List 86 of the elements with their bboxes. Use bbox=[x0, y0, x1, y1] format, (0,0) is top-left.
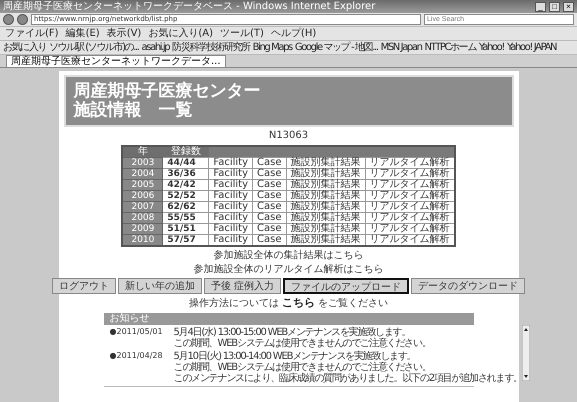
table-link[interactable]: リアルタイム解析 bbox=[365, 168, 455, 180]
action-button[interactable]: ファイルのアップロード bbox=[283, 278, 410, 294]
table-link[interactable]: 施設別集計結果 bbox=[286, 168, 366, 180]
favorite-link[interactable]: ソウル駅 (ソウル市)の... bbox=[49, 42, 139, 54]
news-title: お知らせ bbox=[104, 313, 474, 325]
table-link[interactable]: リアルタイム解析 bbox=[365, 212, 455, 224]
table-link[interactable]: 施設別集計結果 bbox=[286, 180, 366, 190]
year-cell: 2009 bbox=[122, 224, 163, 234]
menu-item[interactable]: ヘルプ(H) bbox=[268, 28, 318, 40]
table-link[interactable]: リアルタイム解析 bbox=[365, 158, 455, 168]
favorite-link[interactable]: Bing Maps bbox=[252, 42, 292, 54]
count-cell: 52/52 bbox=[162, 190, 209, 202]
table-link[interactable]: リアルタイム解析 bbox=[365, 224, 455, 234]
count-cell: 44/44 bbox=[162, 158, 209, 168]
action-button[interactable]: 新しい年の追加 bbox=[118, 278, 202, 294]
news-text: 5月4日(水) 13:00-15:00 WEBメンテナンスを実施致します。 bbox=[174, 327, 412, 338]
table-link[interactable]: 施設別集計結果 bbox=[286, 158, 366, 168]
table-link[interactable]: Case bbox=[252, 180, 286, 190]
facility-id: N13063 bbox=[268, 130, 308, 142]
browser-tab[interactable]: 周産期母子医療センターネットワークデータ... bbox=[6, 55, 226, 67]
menu-item[interactable]: お気に入り(A) bbox=[146, 28, 215, 40]
favorite-link[interactable]: 防災科学技術研究所 bbox=[172, 42, 250, 54]
favorite-link[interactable]: Yahoo! bbox=[478, 42, 504, 54]
page-title: 施設情報 一覧 bbox=[74, 101, 194, 120]
summary-link[interactable]: 参加施設全体のリアルタイム解析はこちら bbox=[194, 264, 384, 275]
table-link[interactable]: 施設別集計結果 bbox=[286, 202, 366, 212]
count-cell: 55/55 bbox=[162, 212, 209, 224]
news-date: ●2011/05/01 bbox=[110, 327, 164, 338]
table-link[interactable]: リアルタイム解析 bbox=[365, 190, 455, 202]
action-button[interactable]: データのダウンロード bbox=[411, 278, 526, 294]
table-link[interactable]: 施設別集計結果 bbox=[286, 190, 366, 202]
table-link[interactable]: Facility bbox=[208, 190, 253, 202]
scrollbar-icon[interactable] bbox=[522, 325, 530, 381]
page-title: 周産期母子医療センター bbox=[74, 82, 262, 101]
table-link[interactable]: Facility bbox=[208, 168, 253, 180]
favorite-link[interactable]: Yahoo! JAPAN bbox=[506, 42, 556, 54]
favorite-link[interactable]: MSN Japan bbox=[380, 42, 422, 54]
action-button[interactable]: ログアウト bbox=[52, 278, 116, 294]
table-link[interactable]: リアルタイム解析 bbox=[365, 180, 455, 190]
window-control-button[interactable]: □ bbox=[549, 2, 560, 12]
table-link[interactable]: Facility bbox=[208, 212, 253, 224]
window-control-button[interactable]: × bbox=[563, 2, 574, 12]
year-cell: 2007 bbox=[122, 202, 163, 212]
table-link[interactable]: Case bbox=[252, 202, 286, 212]
table-link[interactable]: Facility bbox=[208, 202, 253, 212]
news-text: 5月10日(火) 13:00-14:00 WEBメンテナンスを実施致します。 bbox=[174, 351, 416, 362]
help-text: 操作方法については こちら をご覧ください bbox=[188, 297, 388, 310]
year-cell: 2010 bbox=[122, 234, 163, 246]
year-cell: 2005 bbox=[122, 180, 163, 190]
table-link[interactable]: Facility bbox=[208, 224, 253, 234]
table-link[interactable]: Case bbox=[252, 224, 286, 234]
window-title: 周産期母子医療センターネットワークデータベース - Windows Internet Explorer bbox=[3, 0, 376, 13]
count-cell: 36/36 bbox=[162, 168, 209, 180]
favorite-link[interactable]: Google マップ - 地図... bbox=[294, 42, 378, 54]
news-text: この期間、WEBシステムは使用できませんのでご注意ください。 bbox=[174, 338, 432, 349]
year-cell: 2006 bbox=[122, 190, 163, 202]
table-link[interactable]: Case bbox=[252, 212, 286, 224]
count-cell: 62/62 bbox=[162, 202, 209, 212]
table-link[interactable]: Case bbox=[252, 190, 286, 202]
summary-link[interactable]: 参加施設全体の集計結果はこちら bbox=[214, 250, 364, 261]
menu-item[interactable]: ツール(T) bbox=[218, 28, 266, 40]
count-cell: 42/42 bbox=[162, 180, 209, 190]
news-text: この期間、WEBシステムは使用できませんのでご注意ください。 bbox=[174, 362, 432, 373]
menu-item[interactable]: ファイル(F) bbox=[3, 28, 61, 40]
year-cell: 2008 bbox=[122, 212, 163, 224]
year-cell: 2003 bbox=[122, 158, 163, 168]
table-link[interactable]: Facility bbox=[208, 180, 253, 190]
favorite-link[interactable]: お気に入り bbox=[3, 42, 46, 54]
menu-item[interactable]: 表示(V) bbox=[104, 28, 144, 40]
count-cell: 51/51 bbox=[162, 224, 209, 234]
news-date: ●2011/04/28 bbox=[110, 351, 164, 362]
action-button[interactable]: 予後 症例入力 bbox=[204, 278, 282, 294]
news-text: このメンテナンスにより、臨床成績の質問がありました。以下の2項目が追加されます。 bbox=[174, 373, 522, 384]
column-header: 年 bbox=[122, 146, 163, 158]
table-link[interactable]: 施設別集計結果 bbox=[286, 224, 366, 234]
favorite-link[interactable]: NTTPCホーム bbox=[424, 42, 476, 54]
year-cell: 2004 bbox=[122, 168, 163, 180]
window-control-button[interactable]: _ bbox=[535, 2, 546, 12]
table-link[interactable]: Case bbox=[252, 158, 286, 168]
table-link[interactable]: リアルタイム解析 bbox=[365, 202, 455, 212]
table-link[interactable]: Case bbox=[252, 168, 286, 180]
table-link[interactable]: Facility bbox=[208, 158, 253, 168]
help-link[interactable]: こちら bbox=[282, 296, 315, 309]
table-link[interactable]: 施設別集計結果 bbox=[286, 212, 366, 224]
menu-item[interactable]: 編集(E) bbox=[64, 28, 102, 40]
favorite-link[interactable]: asahi.jp bbox=[142, 42, 170, 54]
